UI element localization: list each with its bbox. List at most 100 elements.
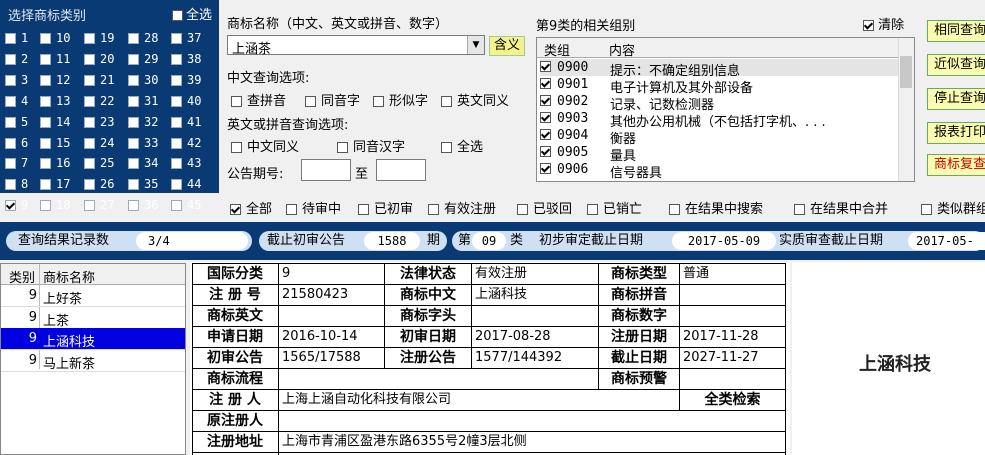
checkbox-box[interactable]	[171, 74, 182, 86]
announce-from-input[interactable]	[301, 159, 351, 181]
checkbox-box[interactable]	[5, 95, 16, 107]
checkbox-box[interactable]	[286, 204, 297, 215]
checkbox-box[interactable]	[84, 200, 95, 212]
announce-to-input[interactable]	[376, 159, 426, 181]
class-checkbox-27[interactable]: 27	[84, 198, 114, 212]
class-checkbox-36[interactable]: 36	[128, 198, 158, 212]
class-checkbox-21[interactable]: 21	[84, 73, 114, 87]
class-checkbox-24[interactable]: 24	[84, 136, 114, 150]
side-button-0[interactable]: 相同查询	[927, 20, 985, 42]
filter-option-4[interactable]: 已驳回	[517, 198, 572, 217]
class-checkbox-6[interactable]: 6	[5, 136, 28, 150]
checkbox-box[interactable]	[540, 112, 551, 123]
filter-option-0[interactable]: 全部	[230, 198, 272, 217]
class-checkbox-42[interactable]: 42	[171, 136, 201, 150]
class-checkbox-29[interactable]: 29	[128, 52, 158, 66]
dropdown-arrow-icon[interactable]: ▼	[467, 36, 484, 54]
checkbox-box[interactable]	[231, 96, 242, 107]
checkbox-box[interactable]	[84, 33, 95, 44]
filter-option-7[interactable]: 在结果中合并	[794, 198, 888, 217]
checkbox-box[interactable]	[40, 74, 51, 86]
checkbox-box[interactable]	[5, 116, 16, 128]
checkbox-box[interactable]	[373, 96, 384, 107]
checkbox-box[interactable]	[128, 74, 139, 86]
checkbox-box[interactable]	[428, 204, 439, 215]
checkbox-box[interactable]	[5, 33, 16, 44]
checkbox-box[interactable]	[40, 200, 51, 212]
trademark-name-combobox[interactable]: 上涵茶 ▼	[227, 35, 485, 57]
class-checkbox-41[interactable]: 41	[171, 115, 201, 129]
checkbox-box[interactable]	[231, 142, 242, 153]
checkbox-box[interactable]	[540, 61, 551, 72]
class-checkbox-20[interactable]: 20	[84, 52, 114, 66]
checkbox-box[interactable]	[40, 95, 51, 107]
checkbox-box[interactable]	[863, 20, 874, 31]
checkbox-box[interactable]	[128, 179, 139, 191]
checkbox-box[interactable]	[128, 200, 139, 212]
group-row[interactable]: 0903 其他办公用机械（不包括打字机、. . .	[540, 110, 898, 130]
class-checkbox-11[interactable]: 11	[40, 52, 70, 66]
checkbox-box[interactable]	[40, 137, 51, 149]
checkbox-box[interactable]	[128, 137, 139, 149]
checkbox-box[interactable]	[40, 116, 51, 128]
checkbox-box[interactable]	[84, 158, 95, 170]
side-button-1[interactable]: 近似查询	[927, 54, 985, 76]
option-cn_options-0[interactable]: 查拼音	[231, 90, 286, 109]
class-checkbox-43[interactable]: 43	[171, 156, 201, 170]
filter-option-6[interactable]: 在结果中搜索	[669, 198, 763, 217]
group-list-scrollbar[interactable]	[898, 38, 914, 181]
class-checkbox-3[interactable]: 3	[5, 73, 28, 87]
class-checkbox-19[interactable]: 19	[84, 31, 114, 45]
checkbox-box[interactable]	[358, 204, 369, 215]
checkbox-box[interactable]	[84, 95, 95, 107]
class-checkbox-26[interactable]: 26	[84, 177, 114, 191]
class-checkbox-8[interactable]: 8	[5, 177, 28, 191]
option-cn_options-3[interactable]: 英文同义	[441, 90, 509, 109]
checkbox-box[interactable]	[5, 158, 16, 170]
result-row[interactable]: 9 马上新茶	[1, 350, 185, 372]
result-row[interactable]: 9 上茶	[1, 307, 185, 329]
group-row[interactable]: 0902 记录、记数检测器	[540, 93, 898, 113]
meaning-button[interactable]: 含义	[489, 36, 525, 56]
checkbox-box[interactable]	[84, 74, 95, 86]
class-checkbox-39[interactable]: 39	[171, 73, 201, 87]
checkbox-box[interactable]	[921, 204, 932, 215]
scrollbar-thumb[interactable]	[900, 56, 912, 88]
filter-option-8[interactable]: 类似群组	[921, 198, 985, 217]
checkbox-box[interactable]	[171, 116, 182, 128]
group-row[interactable]: 0906 信号器具	[540, 161, 898, 181]
checkbox-box[interactable]	[441, 142, 452, 153]
option-cn_options-1[interactable]: 同音字	[305, 90, 360, 109]
checkbox-box[interactable]	[794, 204, 805, 215]
option-cn_options-2[interactable]: 形似字	[373, 90, 428, 109]
checkbox-box[interactable]	[128, 53, 139, 65]
checkbox-box[interactable]	[84, 53, 95, 65]
class-checkbox-4[interactable]: 4	[5, 94, 28, 108]
checkbox-box[interactable]	[441, 96, 452, 107]
checkbox-box[interactable]	[5, 179, 16, 191]
filter-option-5[interactable]: 已销亡	[587, 198, 642, 217]
class-checkbox-30[interactable]: 30	[128, 73, 158, 87]
group-row[interactable]: 0905 量具	[540, 144, 898, 164]
class-checkbox-13[interactable]: 13	[40, 94, 70, 108]
class-checkbox-34[interactable]: 34	[128, 156, 158, 170]
class-checkbox-40[interactable]: 40	[171, 94, 201, 108]
result-row[interactable]: 9 上涵科技	[1, 328, 185, 350]
option-en_options-2[interactable]: 全选	[441, 136, 483, 155]
checkbox-box[interactable]	[40, 33, 51, 44]
class-checkbox-35[interactable]: 35	[128, 177, 158, 191]
checkbox-box[interactable]	[84, 179, 95, 191]
class-checkbox-38[interactable]: 38	[171, 52, 201, 66]
class-checkbox-5[interactable]: 5	[5, 115, 28, 129]
checkbox-box[interactable]	[171, 137, 182, 149]
checkbox-box[interactable]	[540, 146, 551, 157]
class-checkbox-2[interactable]: 2	[5, 52, 28, 66]
checkbox-box[interactable]	[40, 53, 51, 65]
filter-option-3[interactable]: 有效注册	[428, 198, 496, 217]
group-row[interactable]: 0904 衡器	[540, 127, 898, 147]
group-row[interactable]: 0900 提示：不确定组别信息	[540, 59, 898, 79]
class-checkbox-22[interactable]: 22	[84, 94, 114, 108]
checkbox-box[interactable]	[540, 78, 551, 89]
checkbox-box[interactable]	[337, 142, 348, 153]
checkbox-box[interactable]	[84, 116, 95, 128]
